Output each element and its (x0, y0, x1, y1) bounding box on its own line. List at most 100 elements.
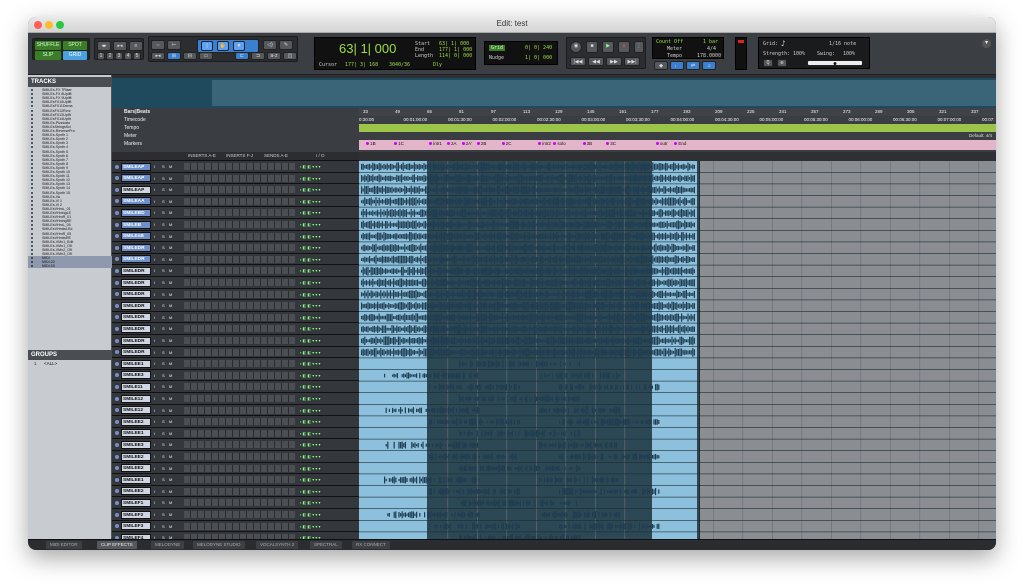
midi-grid-lock-button[interactable]: ⊕ (777, 59, 787, 67)
solo-button[interactable]: S (162, 441, 165, 448)
track-name[interactable]: SMILEDR (121, 255, 151, 264)
io-selector[interactable]: ▪ ◧ ◧ ▾ ▾ ▾ (300, 325, 344, 332)
grid-label[interactable]: Grid (489, 45, 506, 51)
track-header-row[interactable]: SMILEF1 I S M ▪ ◧ ◧ ▾ ▾ ▾ (112, 497, 359, 509)
solo-button[interactable]: S (162, 267, 165, 274)
insert-slots[interactable] (184, 267, 295, 275)
group-all[interactable]: <ALL> (44, 361, 57, 366)
mute-button[interactable]: M (169, 383, 172, 390)
track-name[interactable]: SMILEDR (121, 336, 151, 345)
insert-slots[interactable] (184, 464, 295, 472)
io-selector[interactable]: ▪ ◧ ◧ ▾ ▾ ▾ (300, 523, 344, 530)
mute-button[interactable]: M (169, 244, 172, 251)
io-selector[interactable]: ▪ ◧ ◧ ▾ ▾ ▾ (300, 349, 344, 356)
input-monitor-button[interactable]: I (154, 256, 155, 263)
strength-value[interactable]: 100% (793, 51, 805, 57)
input-monitor-button[interactable]: I (154, 476, 155, 483)
track-name[interactable]: SMILEAP (121, 162, 151, 171)
input-monitor-button[interactable]: I (154, 325, 155, 332)
track-header-row[interactable]: SMILEDR I S M ▪ ◧ ◧ ▾ ▾ ▾ (112, 323, 359, 335)
io-selector[interactable]: ▪ ◧ ◧ ▾ ▾ ▾ (300, 291, 344, 298)
insert-slots[interactable] (184, 487, 295, 495)
track-list-item[interactable]: MIDI-03 (28, 264, 112, 269)
zoom-preset-2[interactable]: 2 (106, 52, 114, 60)
mute-button[interactable]: M (169, 349, 172, 356)
mute-button[interactable]: M (169, 163, 172, 170)
mute-button[interactable]: M (169, 441, 172, 448)
speaker-tool-icon[interactable]: ◁) (263, 40, 277, 50)
track-name[interactable]: SMILEDR (121, 348, 151, 357)
track-name[interactable]: SMILEB (121, 220, 151, 229)
mute-button[interactable]: M (169, 465, 172, 472)
overview-visible-region[interactable] (212, 80, 996, 106)
solo-button[interactable]: S (162, 291, 165, 298)
midi-grid-value[interactable]: 1/16 note (829, 41, 856, 47)
io-selector[interactable]: ▪ ◧ ◧ ▾ ▾ ▾ (300, 395, 344, 402)
io-selector[interactable]: ▪ ◧ ◧ ▾ ▾ ▾ (300, 441, 344, 448)
grid-mode[interactable]: GRID (63, 51, 87, 60)
track-name[interactable]: SMILEAP (121, 174, 151, 183)
track-name[interactable]: SMILEE2 (121, 464, 151, 473)
io-selector[interactable]: ▪ ◧ ◧ ▾ ▾ ▾ (300, 511, 344, 518)
marker[interactable]: 3C (604, 141, 616, 147)
solo-button[interactable]: S (162, 175, 165, 182)
insert-slots[interactable] (184, 232, 295, 240)
markers-ruler[interactable]: 1B 1C intr1 2A 2A' 2B 2C intr2 solo 3B 3C outr End (359, 140, 996, 150)
input-monitor-button[interactable]: I (154, 291, 155, 298)
insert-slots[interactable] (184, 209, 295, 217)
solo-button[interactable]: S (162, 430, 165, 437)
mute-button[interactable]: M (169, 418, 172, 425)
stop-button-icon[interactable]: ■ (586, 41, 598, 53)
record-enable-icon[interactable] (115, 176, 119, 181)
track-name[interactable]: SMILEE1 (121, 429, 151, 438)
record-enable-icon[interactable] (115, 500, 119, 505)
record-enable-icon[interactable] (115, 257, 119, 262)
meter-ruler[interactable]: Default: 4/4 (359, 132, 996, 140)
mute-button[interactable]: M (169, 488, 172, 495)
track-name[interactable]: SMILEAA (121, 197, 151, 206)
insert-slots[interactable] (184, 418, 295, 426)
mute-button[interactable]: M (169, 407, 172, 414)
input-monitor-button[interactable]: I (154, 395, 155, 402)
record-enable-icon[interactable] (115, 408, 119, 413)
length-value[interactable]: 114| 0| 000 (439, 53, 472, 59)
track-header-row[interactable]: SMILEE1 I S M ▪ ◧ ◧ ▾ ▾ ▾ (112, 427, 359, 440)
shuffle-mode[interactable]: SHUFFLE (35, 41, 61, 50)
marker[interactable]: outr (654, 141, 668, 147)
swing-slider[interactable]: ● (807, 60, 863, 67)
solo-button[interactable]: S (162, 302, 165, 309)
io-selector[interactable]: ▪ ◧ ◧ ▾ ▾ ▾ (300, 186, 344, 193)
track-header-row[interactable]: SMILEE2 I S M ▪ ◧ ◧ ▾ ▾ ▾ (112, 462, 359, 475)
record-enable-icon[interactable] (115, 234, 119, 239)
insert-slots[interactable] (184, 174, 295, 182)
loop-button-icon[interactable]: ⋮ (634, 41, 644, 53)
track-name[interactable]: SMILEF1 (121, 498, 151, 507)
io-selector[interactable]: ▪ ◧ ◧ ▾ ▾ ▾ (300, 383, 344, 390)
io-selector[interactable]: ▪ ◧ ◧ ▾ ▾ ▾ (300, 256, 344, 263)
io-selector[interactable]: ▪ ◧ ◧ ▾ ▾ ▾ (300, 476, 344, 483)
mute-button[interactable]: M (169, 453, 172, 460)
count-off-label[interactable]: Count Off (656, 39, 683, 45)
insert-slots[interactable] (184, 511, 295, 518)
spot-mode[interactable]: SPOT (63, 41, 87, 50)
record-enable-icon[interactable] (115, 199, 119, 204)
marker[interactable]: 3B (581, 141, 593, 147)
track-name[interactable]: SMILEDR (121, 301, 151, 310)
track-header-row[interactable]: SMILEE2 I S M ▪ ◧ ◧ ▾ ▾ ▾ (112, 485, 359, 498)
track-name[interactable]: SMILEsB (121, 232, 151, 241)
timecode-ruler[interactable]: 0:30:00 00:01:00:00 00:01:30:00 00:02:00:00… (359, 116, 996, 124)
snap-icon[interactable]: ◫ (283, 52, 297, 60)
solo-button[interactable]: S (162, 499, 165, 506)
mute-button[interactable]: M (169, 337, 172, 344)
solo-button[interactable]: S (162, 372, 165, 379)
track-name[interactable]: SMILEF2 (121, 510, 151, 519)
record-enable-icon[interactable] (115, 454, 119, 459)
zoom-preset-4[interactable]: 4 (124, 52, 132, 60)
io-selector[interactable]: ▪ ◧ ◧ ▾ ▾ ▾ (300, 488, 344, 495)
track-header-row[interactable]: SMILEE1 I S M ▪ ◧ ◧ ▾ ▾ ▾ (112, 358, 359, 370)
insert-slots[interactable] (184, 348, 295, 356)
track-header-row[interactable]: SMILEE2 I S M ▪ ◧ ◧ ▾ ▾ ▾ (112, 416, 359, 428)
selector-tool-icon[interactable]: | (201, 41, 213, 51)
solo-button[interactable]: S (162, 337, 165, 344)
track-name[interactable]: SMILEE2 (121, 417, 151, 426)
